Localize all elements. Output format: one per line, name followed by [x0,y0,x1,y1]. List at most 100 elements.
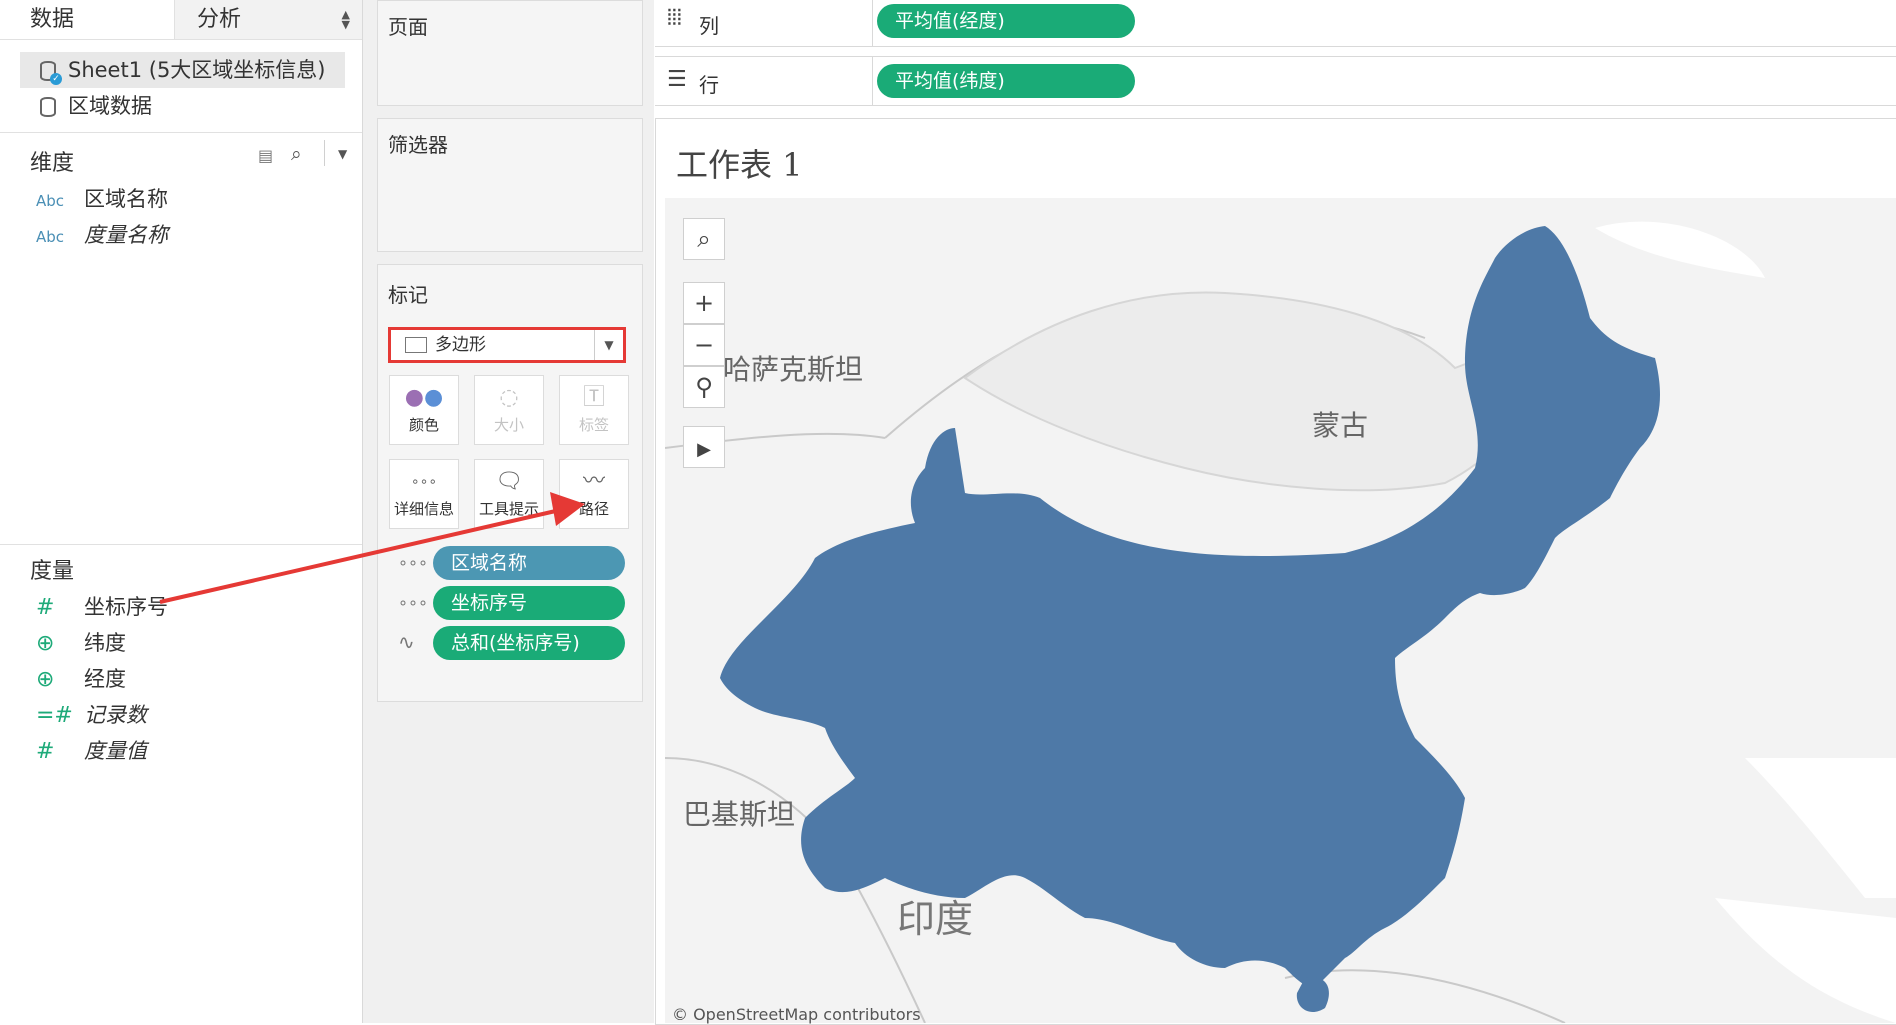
color-label: 颜色 [408,416,439,434]
datasource-label: 区域数据 [68,94,152,118]
list-view-icon[interactable]: ▤ [258,146,273,165]
map-label-kazakhstan: 哈萨克斯坦 [723,353,864,386]
field-label: 度量值 [84,739,147,763]
detail-icon: ∘∘∘ [398,553,429,572]
path-icon: ∿ [398,630,415,654]
chevron-down-icon[interactable]: ▼ [338,147,347,161]
search-icon: ⌕ [697,225,711,253]
divider [0,544,362,545]
detail-button[interactable]: ∘∘∘ 详细信息 [389,459,459,529]
polygon-icon [405,337,427,353]
measures-title: 度量 [30,559,75,584]
tab-analysis-label: 分析 [197,7,242,32]
number-icon: # [36,595,55,620]
measure-field[interactable]: ⊕ 纬度 [36,626,126,660]
marks-title: 标记 [388,283,428,307]
map-label-india: 印度 [897,897,974,941]
measure-field[interactable]: # 度量值 [36,734,147,768]
color-button[interactable]: ●● 颜色 [389,375,459,445]
columns-shelf[interactable]: ⦙⦙⦙ 列 平均值(经度) [655,0,1896,47]
size-label: 大小 [493,416,524,434]
path-label: 路径 [578,500,609,518]
field-label: 坐标序号 [84,595,168,619]
columns-icon: ⦙⦙⦙ [667,6,682,31]
marks-pill-sum-coord-index[interactable]: 总和(坐标序号) [433,626,625,660]
size-icon: ◌ [499,385,519,410]
path-icon: 〰 [582,469,605,494]
field-label: 纬度 [84,631,126,655]
pin-map-button[interactable]: ⚲ [683,366,725,408]
tooltip-icon: 🗨 [495,469,523,494]
datasource-region-data[interactable]: 区域数据 [20,88,345,124]
abc-icon: Abc [36,192,65,210]
search-icon[interactable]: ⌕ [291,143,302,165]
pages-card[interactable]: 页面 [377,0,643,106]
marks-pill-coord-index[interactable]: 坐标序号 [433,586,625,620]
pages-title: 页面 [388,15,428,39]
filters-title: 筛选器 [388,133,448,157]
field-label: 经度 [84,667,126,691]
rows-label: 行 [699,73,719,97]
label-button[interactable]: 🅃 标签 [559,375,629,445]
divider [872,57,873,105]
map-label-pakistan: 巴基斯坦 [683,798,796,831]
zoom-out-button[interactable]: − [683,324,725,366]
divider [0,132,362,133]
rows-pill-avg-latitude[interactable]: 平均值(纬度) [877,64,1135,98]
color-dots-icon: ●● [404,385,444,410]
size-button[interactable]: ◌ 大小 [474,375,544,445]
sheet-title[interactable]: 工作表 1 [676,140,803,186]
pin-icon: ⚲ [695,373,713,401]
measure-field[interactable]: ⊕ 经度 [36,662,126,696]
map-toolbar-expand-button[interactable]: ▶ [683,426,725,468]
detail-icon: ∘∘∘ [398,593,429,612]
tooltip-button[interactable]: 🗨 工具提示 [474,459,544,529]
label-label: 标签 [578,416,609,434]
database-icon: ✓ [40,61,62,85]
dimension-field[interactable]: Abc 区域名称 [36,182,168,216]
map-search-button[interactable]: ⌕ [683,218,725,260]
globe-icon: ⊕ [36,667,55,692]
field-label: 区域名称 [84,187,168,211]
rows-shelf[interactable]: ☰ 行 平均值(纬度) [655,56,1896,106]
marks-pill-region-name[interactable]: 区域名称 [433,546,625,580]
detail-label: 详细信息 [393,500,454,518]
tab-analysis[interactable]: 分析 ▲ ▼ [175,0,362,40]
tab-data[interactable]: 数据 [0,0,175,40]
updown-icon[interactable]: ▲ ▼ [342,9,350,30]
number-icon: # [36,739,55,764]
play-icon: ▶ [697,439,711,460]
database-icon [40,97,56,117]
tooltip-label: 工具提示 [478,500,539,518]
data-pane: 数据 分析 ▲ ▼ ✓ Sheet1 (5大区域坐标信息) 区域数据 维度 ▤ ⌕ … [0,0,363,1023]
rows-icon: ☰ [667,67,687,92]
detail-icon: ∘∘∘ [410,474,438,490]
divider [324,140,325,166]
mark-type-label: 多边形 [435,335,486,355]
map-view[interactable] [665,198,1896,1023]
datasource-label: Sheet1 (5大区域坐标信息) [68,58,326,82]
plus-icon: + [693,289,715,317]
columns-label: 列 [699,14,719,38]
dimension-field[interactable]: Abc 度量名称 [36,218,168,252]
map-label-mongolia: 蒙古 [1312,409,1369,442]
chevron-down-icon[interactable]: ▼ [594,330,623,360]
map-credit[interactable]: © OpenStreetMap contributors [672,1005,921,1024]
columns-pill-avg-longitude[interactable]: 平均值(经度) [877,4,1135,38]
field-label: 记录数 [84,703,147,727]
mark-type-dropdown[interactable]: 多边形 ▼ [388,327,626,363]
field-label: 度量名称 [84,223,168,247]
datasource-sheet1[interactable]: ✓ Sheet1 (5大区域坐标信息) [20,52,345,88]
calc-number-icon: =# [36,703,73,728]
measure-field[interactable]: =# 记录数 [36,698,147,732]
globe-icon: ⊕ [36,631,55,656]
zoom-in-button[interactable]: + [683,282,725,324]
minus-icon: − [693,331,715,359]
divider [872,0,873,46]
label-icon: 🅃 [582,385,605,410]
abc-icon: Abc [36,228,65,246]
measure-field[interactable]: # 坐标序号 [36,590,168,624]
path-button[interactable]: 〰 路径 [559,459,629,529]
filters-card[interactable]: 筛选器 [377,118,643,252]
dimensions-title: 维度 [30,151,75,176]
